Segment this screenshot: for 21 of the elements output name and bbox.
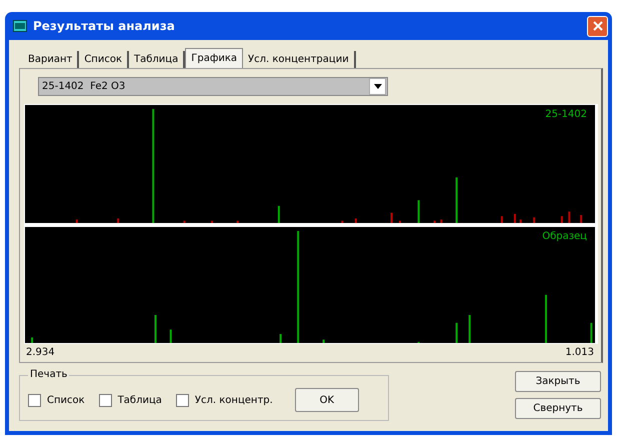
group-title: Печать xyxy=(28,369,70,380)
close-button[interactable] xyxy=(587,16,608,36)
caret-icon xyxy=(369,78,386,95)
tab[interactable]: Графика xyxy=(185,48,244,68)
checkbox[interactable] xyxy=(28,394,41,406)
checkbox[interactable] xyxy=(98,394,112,406)
dialog-button[interactable]: Свернуть xyxy=(515,398,601,419)
dialog-button[interactable]: Закрыть xyxy=(515,371,601,392)
dropdown[interactable]: 25-1402 Fe2 O3 xyxy=(38,77,388,96)
checkbox-label: Список xyxy=(47,394,85,406)
close-icon xyxy=(592,20,604,32)
ok-button[interactable]: OK xyxy=(294,388,359,412)
axis-label: 1.013 xyxy=(565,347,594,358)
window-icon xyxy=(13,20,27,32)
window-title: Результаты анализа xyxy=(33,19,176,33)
checkbox[interactable] xyxy=(176,394,189,406)
axis-label: 2.934 xyxy=(26,347,55,358)
chart-label: 25-1402 xyxy=(545,109,587,120)
chart-label: Образец xyxy=(542,231,587,242)
checkbox-label: Таблица xyxy=(118,394,162,406)
checkbox-label: Усл. концентр. xyxy=(194,394,273,406)
